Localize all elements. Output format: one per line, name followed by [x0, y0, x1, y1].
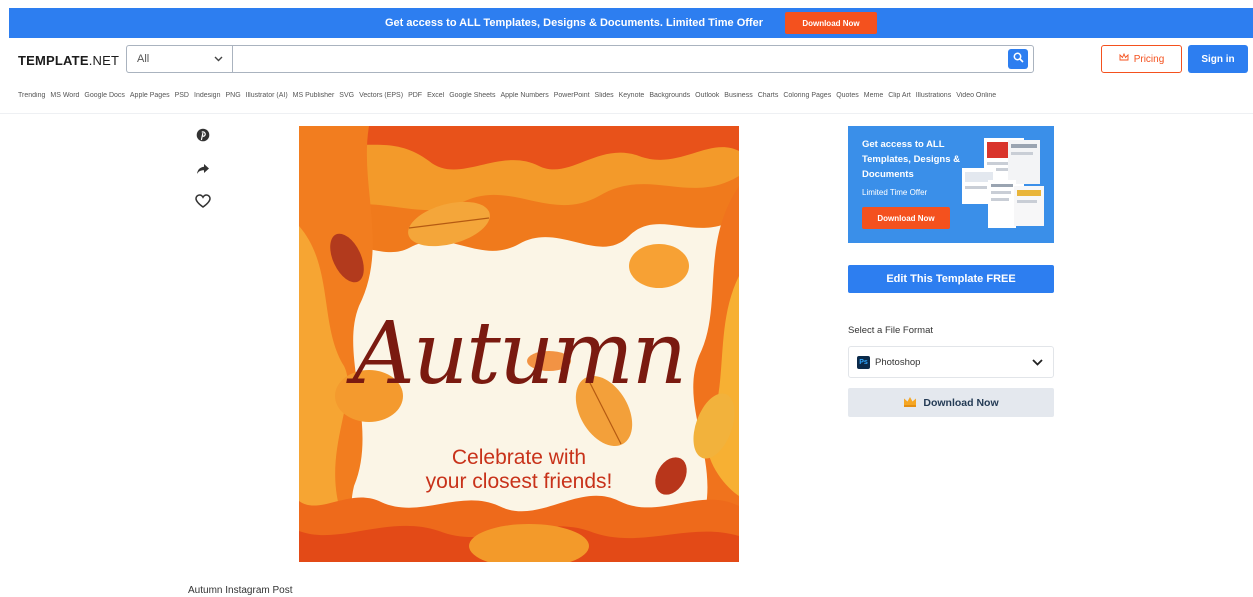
- pricing-label: Pricing: [1133, 53, 1165, 65]
- category-link[interactable]: Quotes: [836, 92, 859, 106]
- chevron-down-icon: [1032, 353, 1043, 371]
- promo-card-download-button[interactable]: Download Now: [862, 207, 950, 229]
- category-link[interactable]: Trending: [18, 92, 45, 106]
- header-divider: [0, 113, 1253, 114]
- category-link[interactable]: Outlook: [695, 92, 719, 106]
- search-button[interactable]: [1008, 49, 1028, 69]
- chevron-down-icon: [214, 53, 223, 65]
- category-link[interactable]: Business: [724, 92, 752, 106]
- heart-icon[interactable]: [194, 192, 212, 210]
- category-link[interactable]: Clip Art: [888, 92, 911, 106]
- artwork-title: Autumn: [352, 304, 687, 404]
- category-link[interactable]: MS Word: [50, 92, 79, 106]
- category-link[interactable]: Charts: [758, 92, 779, 106]
- category-link[interactable]: Apple Numbers: [501, 92, 549, 106]
- category-link[interactable]: PSD: [175, 92, 189, 106]
- category-link[interactable]: Illustrator (AI): [246, 92, 288, 106]
- logo-bold-text: TEMPLATE: [18, 53, 89, 68]
- search-bar: All: [126, 45, 1034, 73]
- category-nav: Trending MS Word Google Docs Apple Pages PSD…: [18, 92, 1248, 106]
- template-preview-image[interactable]: Autumn Celebrate with your closest frien…: [299, 126, 739, 562]
- category-link[interactable]: Apple Pages: [130, 92, 170, 106]
- category-link[interactable]: Google Docs: [84, 92, 124, 106]
- search-category-value: All: [137, 53, 150, 65]
- site-logo[interactable]: TEMPLATE.NET: [18, 53, 119, 68]
- category-link[interactable]: Coloring Pages: [783, 92, 831, 106]
- sidebar-promo-card[interactable]: Get access to ALL Templates, Designs & D…: [848, 126, 1054, 243]
- category-link[interactable]: Video Online: [956, 92, 996, 106]
- share-icon[interactable]: [194, 160, 212, 178]
- promo-banner: Get access to ALL Templates, Designs & D…: [9, 8, 1253, 38]
- crown-icon: [903, 396, 917, 410]
- category-link[interactable]: PDF: [408, 92, 422, 106]
- category-link[interactable]: PNG: [225, 92, 240, 106]
- category-link[interactable]: SVG: [339, 92, 354, 106]
- logo-thin-text: .NET: [88, 53, 120, 68]
- file-format-value: Photoshop: [875, 356, 921, 368]
- category-link[interactable]: Google Sheets: [449, 92, 495, 106]
- promo-card-subtext: Limited Time Offer: [862, 188, 928, 197]
- photoshop-icon: Ps: [857, 355, 870, 369]
- download-now-label: Download Now: [923, 396, 999, 409]
- file-format-label: Select a File Format: [848, 325, 933, 336]
- download-now-button[interactable]: Download Now: [848, 388, 1054, 417]
- category-link[interactable]: Illustrations: [916, 92, 951, 106]
- promo-banner-text: Get access to ALL Templates, Designs & D…: [385, 17, 763, 29]
- file-format-select[interactable]: Ps Photoshop: [848, 346, 1054, 378]
- search-category-select[interactable]: All: [127, 46, 233, 72]
- category-link[interactable]: Keynote: [619, 92, 645, 106]
- category-link[interactable]: MS Publisher: [293, 92, 335, 106]
- crown-icon: [1119, 52, 1129, 65]
- edit-template-button[interactable]: Edit This Template FREE: [848, 265, 1054, 293]
- promo-card-heading: Get access to ALL Templates, Designs & D…: [862, 139, 961, 180]
- category-link[interactable]: Vectors (EPS): [359, 92, 403, 106]
- category-link[interactable]: Excel: [427, 92, 444, 106]
- signin-button[interactable]: Sign in: [1188, 45, 1248, 73]
- artwork-subtitle-line1: Celebrate with: [451, 446, 587, 469]
- category-link[interactable]: Meme: [864, 92, 883, 106]
- pinterest-icon[interactable]: [194, 126, 212, 144]
- search-input[interactable]: [233, 46, 1008, 72]
- category-link[interactable]: PowerPoint: [554, 92, 590, 106]
- category-link[interactable]: Indesign: [194, 92, 220, 106]
- promo-download-button[interactable]: Download Now: [784, 12, 877, 34]
- category-link[interactable]: Slides: [595, 92, 614, 106]
- artwork-subtitle-line2: your closest friends!: [425, 470, 613, 493]
- document-previews-image: [962, 138, 1044, 228]
- artwork-subtitle: Celebrate with your closest friends!: [299, 446, 739, 494]
- category-link[interactable]: Backgrounds: [649, 92, 690, 106]
- template-caption: Autumn Instagram Post: [188, 585, 293, 596]
- search-icon: [1013, 50, 1024, 68]
- pricing-button[interactable]: Pricing: [1101, 45, 1182, 73]
